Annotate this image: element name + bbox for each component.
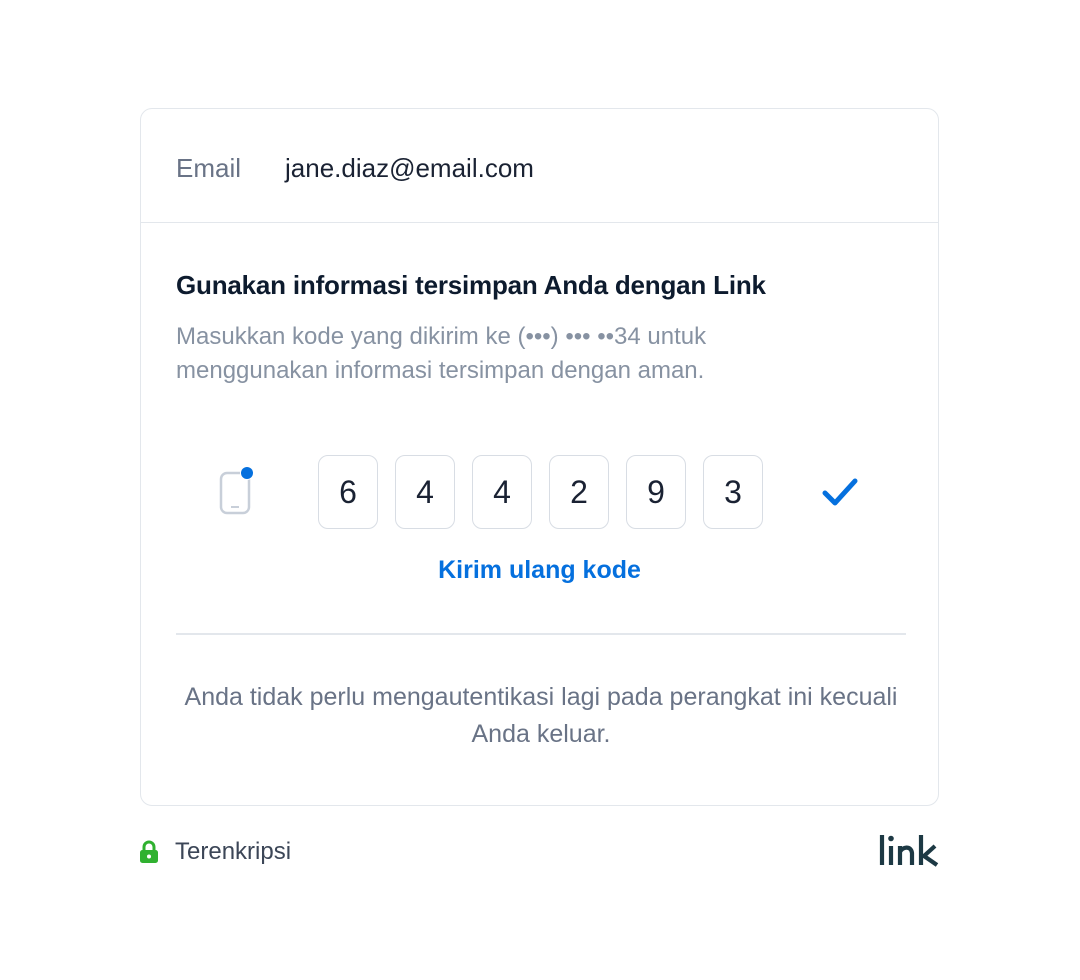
verification-card: Email jane.diaz@email.com Gunakan inform… [140, 108, 939, 806]
code-digit-3[interactable]: 4 [472, 455, 532, 529]
verification-description: Masukkan kode yang dikirim ke (•••) ••• … [176, 323, 707, 384]
lock-icon [140, 840, 158, 863]
code-digit-2[interactable]: 4 [395, 455, 455, 529]
email-value: jane.diaz@email.com [285, 153, 534, 183]
authentication-note: Anda tidak perlu mengautentikasi lagi pa… [184, 683, 898, 748]
encrypted-label: Terenkripsi [175, 838, 292, 865]
verification-heading: Gunakan informasi tersimpan Anda dengan … [176, 270, 766, 300]
phone-notification-icon [219, 466, 254, 515]
checkmark-icon [822, 478, 858, 506]
code-digit-5[interactable]: 9 [626, 455, 686, 529]
link-logo [879, 835, 939, 867]
resend-code-link[interactable]: Kirim ulang kode [141, 556, 938, 585]
email-row[interactable]: Email jane.diaz@email.com [141, 109, 938, 223]
divider [176, 633, 906, 635]
email-label: Email [176, 153, 242, 183]
code-digit-4[interactable]: 2 [549, 455, 609, 529]
code-digit-1[interactable]: 6 [318, 455, 378, 529]
code-digit-6[interactable]: 3 [703, 455, 763, 529]
